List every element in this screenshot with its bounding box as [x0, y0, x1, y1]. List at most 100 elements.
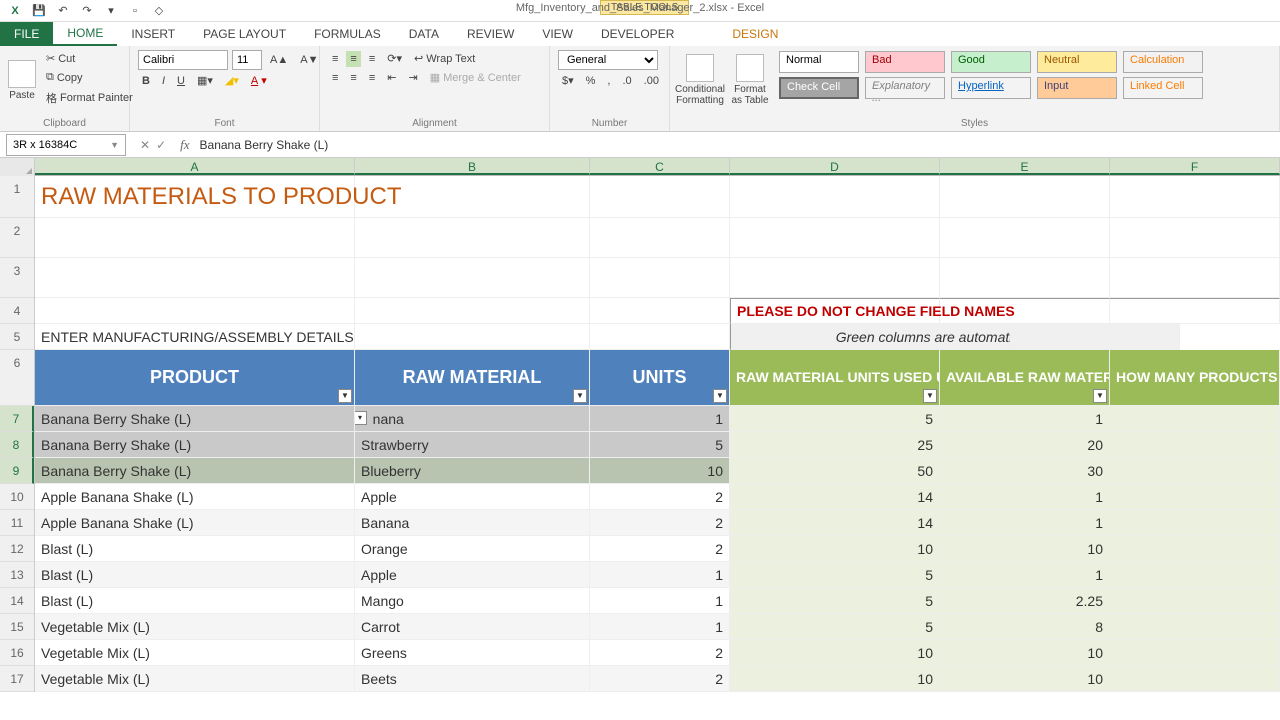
- filter-icon[interactable]: ▼: [338, 389, 352, 403]
- cell-raw[interactable]: Banana: [355, 510, 590, 536]
- cell-available[interactable]: 1: [940, 510, 1110, 536]
- cell-product[interactable]: Apple Banana Shake (L): [35, 484, 355, 510]
- cell-used[interactable]: 25: [730, 432, 940, 458]
- row-header[interactable]: 8: [0, 432, 34, 458]
- tab-formulas[interactable]: FORMULAS: [300, 22, 395, 46]
- cell-howmany[interactable]: [1110, 510, 1280, 536]
- tab-review[interactable]: REVIEW: [453, 22, 528, 46]
- cell-units[interactable]: 2: [590, 640, 730, 666]
- row-header[interactable]: 10: [0, 484, 34, 510]
- filter-icon[interactable]: ▼: [573, 389, 587, 403]
- col-header-c[interactable]: C: [590, 158, 730, 175]
- cell-units[interactable]: 1: [590, 562, 730, 588]
- row-header[interactable]: 9: [0, 458, 34, 484]
- th-available[interactable]: AVAILABLE RAW MATERIALS NOW▼: [940, 350, 1110, 406]
- cell-units[interactable]: 1: [590, 588, 730, 614]
- cut-button[interactable]: ✂Cut: [42, 50, 137, 67]
- filter-icon[interactable]: ▼: [923, 389, 937, 403]
- save-icon[interactable]: 💾: [30, 2, 48, 20]
- cell-used[interactable]: 10: [730, 536, 940, 562]
- style-neutral[interactable]: Neutral: [1037, 51, 1117, 73]
- cell-howmany[interactable]: [1110, 640, 1280, 666]
- tab-view[interactable]: VIEW: [528, 22, 587, 46]
- italic-button[interactable]: I: [158, 73, 169, 89]
- merge-center-button[interactable]: ▦Merge & Center: [426, 69, 525, 86]
- align-center-button[interactable]: ≡: [346, 70, 360, 86]
- filter-icon[interactable]: ▼: [713, 389, 727, 403]
- cell-product[interactable]: Blast (L): [35, 588, 355, 614]
- autocalc-label[interactable]: Green columns are automatically calculat…: [840, 324, 1010, 350]
- th-product[interactable]: PRODUCT▼: [35, 350, 355, 406]
- dropdown-icon[interactable]: ▾: [355, 411, 367, 425]
- cell-available[interactable]: 10: [940, 640, 1110, 666]
- style-linked-cell[interactable]: Linked Cell: [1123, 77, 1203, 99]
- col-header-f[interactable]: F: [1110, 158, 1280, 175]
- cell-units[interactable]: 2: [590, 510, 730, 536]
- cell-howmany[interactable]: [1110, 536, 1280, 562]
- percent-button[interactable]: %: [582, 73, 600, 89]
- font-name-input[interactable]: [138, 50, 228, 70]
- row-header[interactable]: 2: [0, 218, 34, 258]
- style-normal[interactable]: Normal: [779, 51, 859, 73]
- align-bottom-button[interactable]: ≡: [365, 51, 379, 67]
- cancel-formula-button[interactable]: ✕: [140, 138, 150, 152]
- fill-color-button[interactable]: ◢▾: [221, 72, 243, 89]
- sheet-title[interactable]: RAW MATERIALS TO PRODUCT: [35, 176, 355, 218]
- cell-howmany[interactable]: [1110, 666, 1280, 692]
- format-painter-button[interactable]: 格Format Painter: [42, 88, 137, 108]
- copy-button[interactable]: ⧉Copy: [42, 69, 137, 86]
- cell-howmany[interactable]: [1110, 562, 1280, 588]
- tab-page-layout[interactable]: PAGE LAYOUT: [189, 22, 300, 46]
- align-right-button[interactable]: ≡: [365, 70, 379, 86]
- cell-product[interactable]: Banana Berry Shake (L): [35, 432, 355, 458]
- cell-available[interactable]: 20: [940, 432, 1110, 458]
- decrease-indent-button[interactable]: ⇤: [383, 69, 400, 86]
- cell-units[interactable]: 2: [590, 666, 730, 692]
- cell-product[interactable]: Blast (L): [35, 562, 355, 588]
- cell-howmany[interactable]: [1110, 458, 1280, 484]
- row-header[interactable]: 12: [0, 536, 34, 562]
- font-color-button[interactable]: A▾: [247, 72, 271, 89]
- cell-raw[interactable]: ▾ nana: [355, 406, 590, 432]
- style-input[interactable]: Input: [1037, 77, 1117, 99]
- currency-button[interactable]: $▾: [558, 72, 578, 89]
- tab-design[interactable]: DESIGN: [718, 22, 792, 46]
- style-check-cell[interactable]: Check Cell: [779, 77, 859, 99]
- col-header-a[interactable]: A: [35, 158, 355, 175]
- cell-raw[interactable]: Beets: [355, 666, 590, 692]
- cell-howmany[interactable]: [1110, 614, 1280, 640]
- cell-units[interactable]: 10: [590, 458, 730, 484]
- cell-howmany[interactable]: [1110, 588, 1280, 614]
- tab-data[interactable]: DATA: [395, 22, 453, 46]
- cell-used[interactable]: 5: [730, 588, 940, 614]
- increase-indent-button[interactable]: ⇥: [404, 69, 421, 86]
- cell-raw[interactable]: Apple: [355, 562, 590, 588]
- cell-raw[interactable]: Orange: [355, 536, 590, 562]
- select-all-button[interactable]: [0, 158, 35, 176]
- formula-input[interactable]: Banana Berry Shake (L): [196, 138, 1280, 152]
- cells-area[interactable]: RAW MATERIALS TO PRODUCT PLEASE DO NOT C…: [35, 176, 1280, 692]
- underline-button[interactable]: U: [173, 73, 189, 89]
- paste-button[interactable]: Paste: [8, 50, 36, 110]
- cell-available[interactable]: 30: [940, 458, 1110, 484]
- cell-used[interactable]: 10: [730, 640, 940, 666]
- border-button[interactable]: ▦▾: [193, 72, 217, 89]
- orientation-button[interactable]: ⟳▾: [383, 50, 406, 67]
- row-header[interactable]: 4: [0, 298, 34, 324]
- col-header-d[interactable]: D: [730, 158, 940, 175]
- cell-product[interactable]: Blast (L): [35, 536, 355, 562]
- style-hyperlink[interactable]: Hyperlink: [951, 77, 1031, 99]
- cell-used[interactable]: 14: [730, 484, 940, 510]
- format-as-table-button[interactable]: Format as Table: [728, 50, 772, 110]
- cell-product[interactable]: Banana Berry Shake (L): [35, 406, 355, 432]
- cell-used[interactable]: 5: [730, 614, 940, 640]
- align-top-button[interactable]: ≡: [328, 51, 342, 67]
- row-header[interactable]: 15: [0, 614, 34, 640]
- row-header[interactable]: 6: [0, 350, 34, 406]
- row-header[interactable]: 14: [0, 588, 34, 614]
- cell-available[interactable]: 10: [940, 666, 1110, 692]
- increase-decimal-button[interactable]: .0: [618, 73, 635, 89]
- row-header[interactable]: 7: [0, 406, 34, 432]
- bold-button[interactable]: B: [138, 73, 154, 89]
- row-header[interactable]: 1: [0, 176, 34, 218]
